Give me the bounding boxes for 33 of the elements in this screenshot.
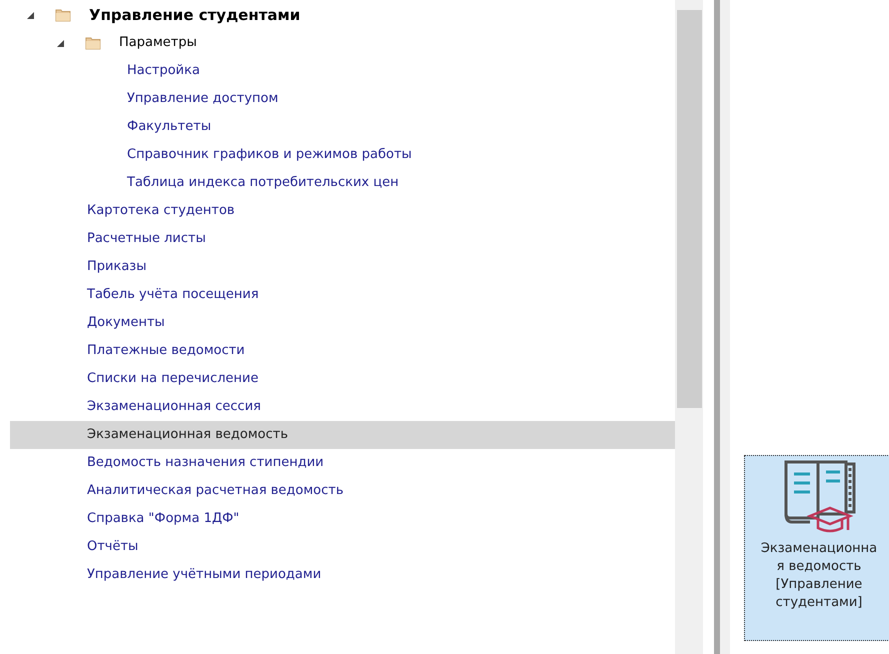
tree-item[interactable]: Управление доступом [10,85,675,113]
scrollbar[interactable] [675,0,703,654]
shortcut-tile[interactable]: Экзаменационна я ведомость [Управление студентами] [744,455,889,641]
tree-item[interactable]: Экзаменационная сессия [10,393,675,421]
tree-item[interactable]: Приказы [10,253,675,281]
folder-icon [85,36,101,50]
tree-item[interactable]: Списки на перечисление [10,365,675,393]
tree-item[interactable]: Управление студентами [10,1,675,29]
tree-item[interactable]: Справка "Форма 1ДФ" [10,505,675,533]
tree-item[interactable]: Управление учётными периодами [10,561,675,589]
folder-icon [55,8,71,22]
shortcut-label: студентами] [776,594,862,612]
tree-item[interactable]: Таблица индекса потребительских цен [10,169,675,197]
tree-item[interactable]: Расчетные листы [10,225,675,253]
tree-item[interactable]: Платежные ведомости [10,337,675,365]
tree-item[interactable]: Экзаменационная ведомость [10,421,675,449]
tree-item[interactable]: Параметры [10,29,675,57]
tree-item[interactable]: Справочник графиков и режимов работы [10,141,675,169]
tree-item[interactable]: Табель учёта посещения [10,281,675,309]
tree-item[interactable]: Ведомость назначения стипендии [10,449,675,477]
shortcut-label: я ведомость [776,558,862,576]
expand-arrow-icon[interactable] [56,38,65,48]
scrollbar-thumb[interactable] [676,10,702,408]
tree-item[interactable]: Факультеты [10,113,675,141]
tree-item[interactable]: Отчёты [10,533,675,561]
tree-item[interactable]: Аналитическая расчетная ведомость [10,477,675,505]
shortcut-label: Экзаменационна [760,540,878,558]
splitter[interactable] [714,0,720,654]
expand-arrow-icon[interactable] [26,10,35,20]
tree-item[interactable]: Картотека студентов [10,197,675,225]
shortcut-label: [Управление [776,576,862,594]
tree-item[interactable]: Документы [10,309,675,337]
tree-item[interactable]: Настройка [10,57,675,85]
